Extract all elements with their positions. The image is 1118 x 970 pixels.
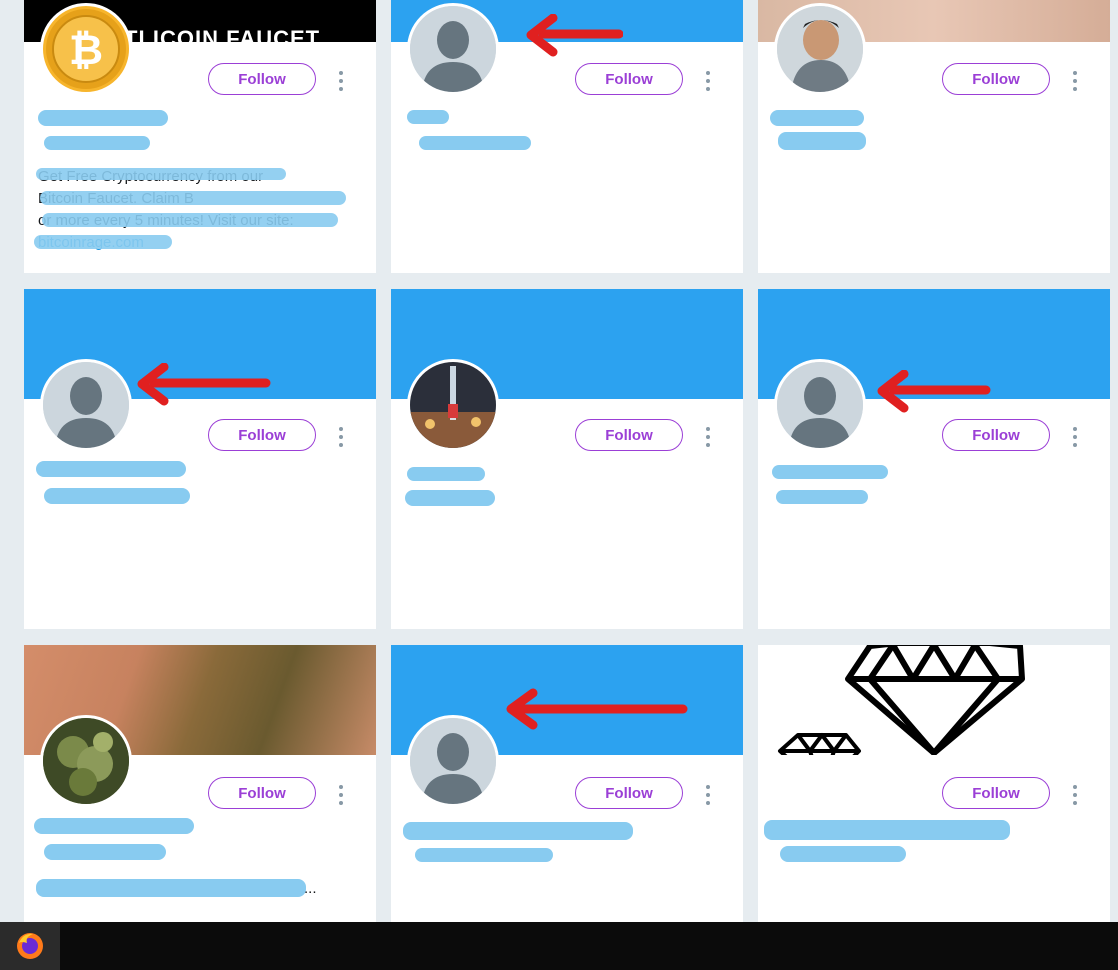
annotation-arrow bbox=[506, 688, 688, 730]
more-options-icon[interactable] bbox=[704, 427, 712, 447]
follow-button[interactable]: Follow bbox=[942, 63, 1050, 95]
redacted-handle bbox=[44, 136, 150, 150]
follow-button[interactable]: Follow bbox=[575, 777, 683, 809]
svg-text:₿: ₿ bbox=[69, 25, 103, 74]
more-options-icon[interactable] bbox=[1071, 785, 1079, 805]
follow-button[interactable]: Follow bbox=[942, 419, 1050, 451]
avatar-photo[interactable] bbox=[40, 715, 132, 807]
user-card-1: TLICOIN FAUCET ₿ Follow Get Free Cryptoc… bbox=[24, 0, 376, 273]
follow-button[interactable]: Follow bbox=[575, 419, 683, 451]
default-avatar-icon[interactable] bbox=[407, 715, 499, 807]
user-card-2: Follow bbox=[391, 0, 743, 273]
annotation-arrow bbox=[877, 370, 991, 413]
more-options-icon[interactable] bbox=[337, 427, 345, 447]
redacted-name bbox=[772, 465, 888, 479]
firefox-icon[interactable] bbox=[0, 922, 60, 970]
redaction-overlay bbox=[40, 191, 346, 205]
redacted-handle bbox=[780, 846, 906, 862]
more-options-icon[interactable] bbox=[1071, 71, 1079, 91]
avatar-photo[interactable] bbox=[774, 3, 866, 95]
follow-button[interactable]: Follow bbox=[575, 63, 683, 95]
more-options-icon[interactable] bbox=[337, 785, 345, 805]
redacted-handle bbox=[44, 488, 190, 504]
diamond-icon bbox=[778, 645, 1025, 791]
follow-button[interactable]: Follow bbox=[208, 63, 316, 95]
redacted-name bbox=[770, 110, 864, 126]
user-card-3: Follow bbox=[758, 0, 1110, 273]
annotation-arrow bbox=[526, 14, 623, 57]
redacted-name bbox=[407, 110, 449, 124]
avatar-bitcoin[interactable]: ₿ bbox=[40, 3, 132, 95]
redacted-name bbox=[764, 820, 1010, 840]
more-options-icon[interactable] bbox=[704, 71, 712, 91]
user-card-9: Follow bbox=[758, 645, 1110, 922]
default-avatar-icon[interactable] bbox=[40, 359, 132, 451]
redacted-name bbox=[34, 818, 194, 834]
taskbar bbox=[0, 922, 1118, 970]
more-options-icon[interactable] bbox=[337, 71, 345, 91]
redaction-overlay bbox=[42, 213, 338, 227]
redacted-name bbox=[407, 467, 485, 481]
redacted-handle bbox=[776, 490, 868, 504]
more-options-icon[interactable] bbox=[704, 785, 712, 805]
banner-text: TLICOIN FAUCET bbox=[124, 26, 321, 51]
card-banner bbox=[758, 645, 1110, 791]
redacted-handle bbox=[778, 132, 866, 150]
default-avatar-icon[interactable] bbox=[774, 359, 866, 451]
user-card-7: Follow ... bbox=[24, 645, 376, 922]
user-card-4: Follow bbox=[24, 289, 376, 629]
annotation-arrow bbox=[137, 363, 271, 406]
more-options-icon[interactable] bbox=[1071, 427, 1079, 447]
redaction-overlay bbox=[34, 235, 172, 249]
user-card-6: Follow bbox=[758, 289, 1110, 629]
default-avatar-icon[interactable] bbox=[407, 3, 499, 95]
redacted-handle bbox=[419, 136, 531, 150]
user-card-8: Follow bbox=[391, 645, 743, 922]
user-card-5: Follow bbox=[391, 289, 743, 629]
avatar-photo[interactable] bbox=[407, 359, 499, 451]
follow-button[interactable]: Follow bbox=[208, 419, 316, 451]
follow-button[interactable]: Follow bbox=[208, 777, 316, 809]
redacted-handle bbox=[405, 490, 495, 506]
redaction-overlay bbox=[36, 168, 286, 180]
follow-button[interactable]: Follow bbox=[942, 777, 1050, 809]
redacted-name bbox=[38, 110, 168, 126]
redacted-name bbox=[403, 822, 633, 840]
who-to-follow-grid: TLICOIN FAUCET ₿ Follow Get Free Cryptoc… bbox=[0, 0, 1118, 922]
redacted-handle bbox=[415, 848, 553, 862]
redacted-name bbox=[36, 461, 186, 477]
redaction-overlay bbox=[36, 879, 306, 897]
redacted-handle bbox=[44, 844, 166, 860]
bitcoin-logo-icon: ₿ bbox=[46, 9, 126, 89]
